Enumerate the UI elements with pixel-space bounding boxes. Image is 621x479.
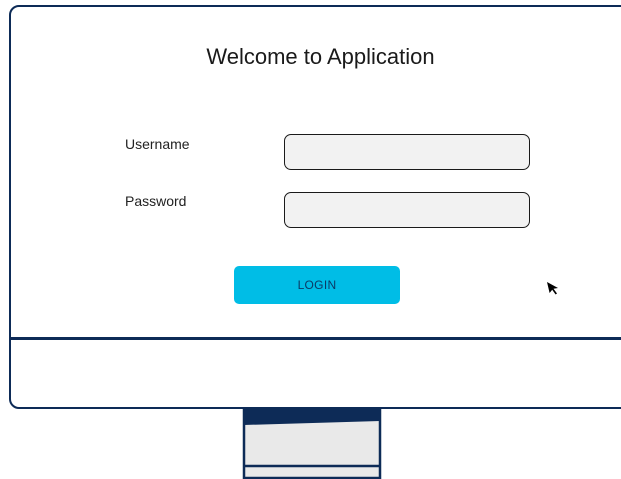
page-title: Welcome to Application <box>206 44 435 69</box>
monitor-stand-icon <box>242 409 382 479</box>
password-label: Password <box>125 193 187 209</box>
login-button[interactable]: LOGIN <box>234 266 400 304</box>
monitor-chin-divider <box>9 337 621 340</box>
monitor-illustration: Welcome to Application Username Password… <box>0 0 621 479</box>
password-input[interactable] <box>284 192 530 228</box>
username-label: Username <box>125 136 190 152</box>
mouse-pointer-icon <box>547 282 558 295</box>
username-input[interactable] <box>284 134 530 170</box>
